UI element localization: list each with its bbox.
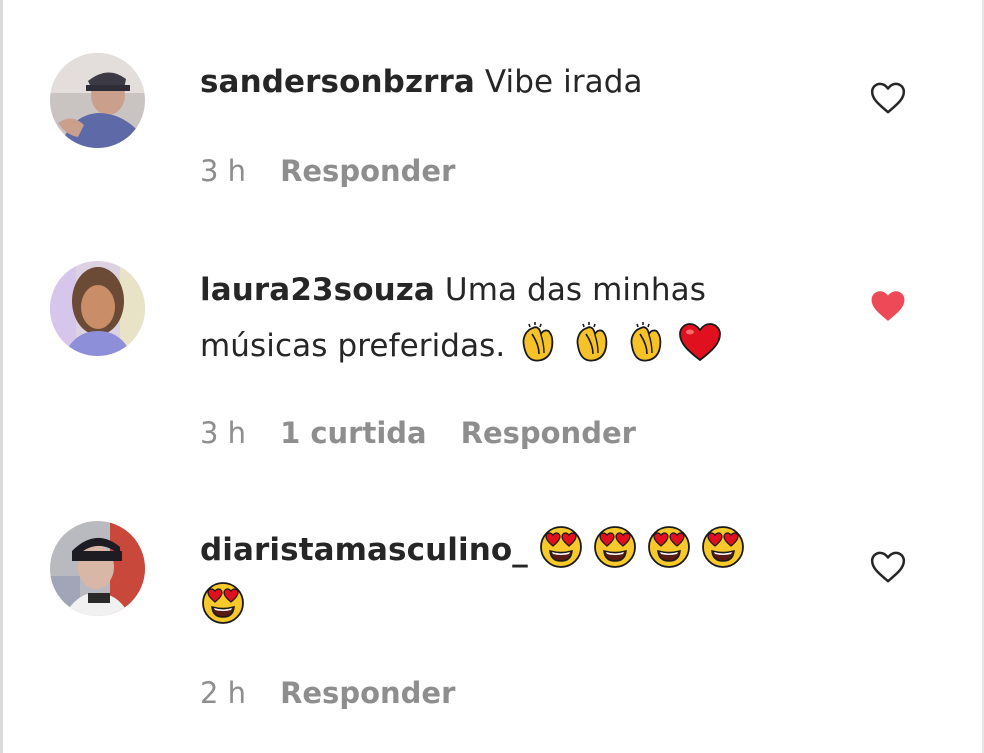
comment-timestamp[interactable]: 2 h xyxy=(200,676,246,710)
heart-eyes-emoji xyxy=(592,524,638,570)
comment-body: Vibe irada xyxy=(484,64,643,100)
like-button[interactable] xyxy=(868,547,908,587)
comment-body-line1: Uma das minhas xyxy=(444,272,706,308)
clapping-hands-emoji xyxy=(623,320,669,366)
likes-count[interactable]: 1 curtida xyxy=(280,416,427,450)
heart-eyes-emoji xyxy=(538,524,584,570)
heart-outline-icon xyxy=(870,551,906,583)
comment-meta: 3 h Responder xyxy=(200,154,489,188)
comment-text: laura23souza Uma das minhas músicas prefe… xyxy=(200,262,800,374)
reply-button[interactable]: Responder xyxy=(280,676,455,710)
heart-outline-icon xyxy=(870,82,906,114)
comment-text: diaristamasculino_ xyxy=(200,522,800,634)
heart-eyes-emoji xyxy=(200,580,246,626)
like-button[interactable] xyxy=(868,78,908,118)
comment-username[interactable]: diaristamasculino_ xyxy=(200,532,528,568)
avatar[interactable] xyxy=(50,521,145,616)
avatar[interactable] xyxy=(50,53,145,148)
clapping-hands-emoji xyxy=(515,320,561,366)
heart-eyes-emoji xyxy=(646,524,692,570)
comment-text: sandersonbzrra Vibe irada xyxy=(200,54,800,110)
comment-meta: 3 h 1 curtida Responder xyxy=(200,416,670,450)
clapping-hands-emoji xyxy=(569,320,615,366)
reply-button[interactable]: Responder xyxy=(280,154,455,188)
reply-button[interactable]: Responder xyxy=(461,416,636,450)
comment-meta: 2 h Responder xyxy=(200,676,489,710)
comment-username[interactable]: laura23souza xyxy=(200,272,435,308)
comments-panel: sandersonbzrra Vibe irada 3 h Responder l… xyxy=(0,0,984,753)
panel-border xyxy=(0,0,3,753)
heart-eyes-emoji xyxy=(700,524,746,570)
avatar[interactable] xyxy=(50,261,145,356)
comment-timestamp[interactable]: 3 h xyxy=(200,416,246,450)
comment-timestamp[interactable]: 3 h xyxy=(200,154,246,188)
like-button[interactable] xyxy=(868,286,908,326)
comment-username[interactable]: sandersonbzrra xyxy=(200,64,475,100)
comment-body-line2: músicas preferidas. xyxy=(200,328,506,364)
heart-filled-icon xyxy=(871,291,905,321)
red-heart-emoji xyxy=(677,320,723,366)
